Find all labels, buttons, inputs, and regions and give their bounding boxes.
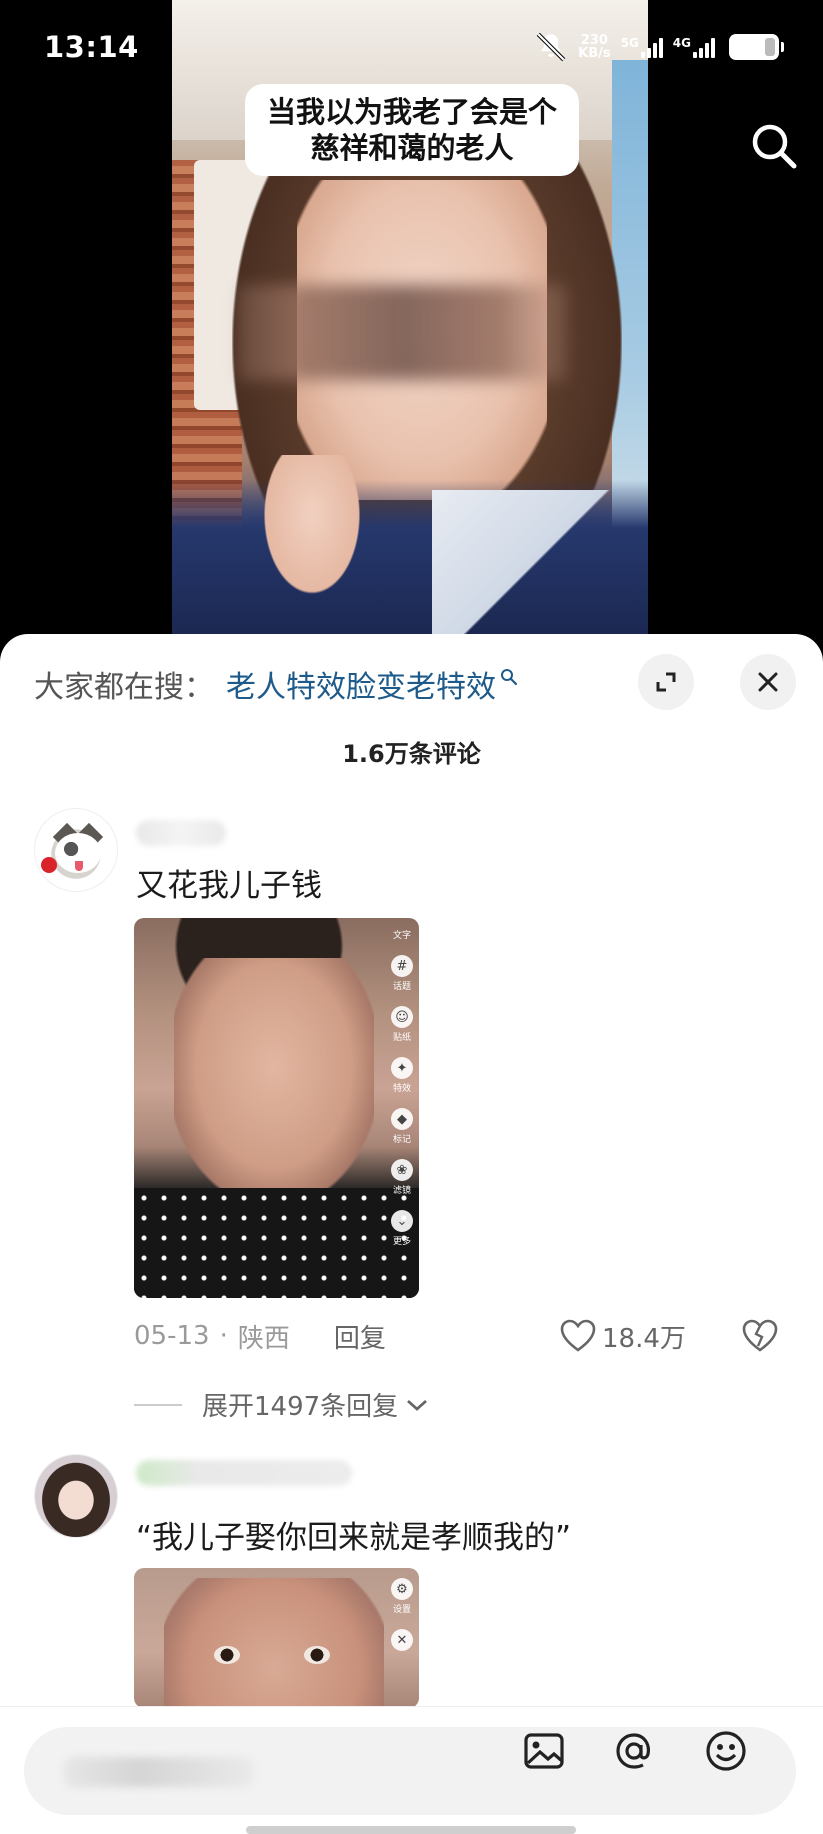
net-speed: 230 KB/s xyxy=(578,34,610,60)
expand-replies-button[interactable]: 展开1497条回复 xyxy=(134,1386,430,1423)
apple-sticker xyxy=(41,857,57,873)
meta-separator: · xyxy=(219,1321,228,1351)
emoji-icon[interactable] xyxy=(700,1725,752,1777)
comment-text: 又花我儿子钱 xyxy=(136,868,322,904)
signal-bars-icon xyxy=(693,36,715,58)
cat-tongue xyxy=(75,861,83,871)
editor-toolbar: 文字 # 话题 ☺ 贴纸 ✦ 特效 ◆ 标记 ❀ 滤镜 ⌄ 更多 xyxy=(391,928,413,1247)
image-icon[interactable] xyxy=(518,1725,570,1777)
battery-level xyxy=(765,38,775,56)
chevron-down-icon xyxy=(407,1399,428,1411)
comment-text: “我儿子娶你回来就是孝顺我的” xyxy=(136,1520,572,1556)
tool-sticker: ☺ 贴纸 xyxy=(391,1006,413,1043)
reply-button[interactable]: 回复 xyxy=(334,1318,386,1355)
tool-label: 设置 xyxy=(392,1605,411,1615)
signal-4g: 4G xyxy=(673,36,715,58)
blurred-username xyxy=(136,820,226,846)
blurred-placeholder xyxy=(64,1757,254,1787)
photo-face xyxy=(174,958,374,1198)
filter-icon: ❀ xyxy=(391,1159,413,1181)
tool-topic: # 话题 xyxy=(391,955,413,992)
avatar[interactable] xyxy=(34,808,118,892)
expand-panel-button[interactable] xyxy=(638,654,694,710)
tool-effect: ✦ 特效 xyxy=(391,1057,413,1094)
home-indicator[interactable] xyxy=(246,1826,576,1834)
tool-filter: ❀ 滤镜 xyxy=(391,1159,413,1196)
status-time: 13:14 xyxy=(44,30,139,64)
tool-label: 滤镜 xyxy=(392,1186,411,1196)
tag-icon: ◆ xyxy=(391,1108,413,1130)
comments-panel: 大家都在搜： 老人特效脸变老特效 1.6万条评论 又花我儿子钱 文字 # 话题 … xyxy=(0,634,823,1834)
tool-label: 标记 xyxy=(392,1135,411,1145)
tool-more: ⌄ 更多 xyxy=(391,1210,413,1247)
video-collar xyxy=(432,490,632,640)
face-blur-mask xyxy=(237,285,567,380)
broken-heart-icon[interactable] xyxy=(742,1319,778,1353)
search-small-icon xyxy=(501,669,518,686)
comment-count: 1.6万条评论 xyxy=(342,740,481,768)
status-icons: 230 KB/s 5G 4G xyxy=(534,30,784,64)
photo-face xyxy=(164,1578,384,1708)
heart-icon xyxy=(560,1319,596,1352)
sparkle-icon: ✦ xyxy=(391,1057,413,1079)
tool-mute: ✕ xyxy=(391,1629,413,1651)
comment-input-bar xyxy=(0,1706,823,1834)
signal-4g-label: 4G xyxy=(672,36,691,50)
signal-5g-label: 5G xyxy=(620,36,639,50)
trending-search-prefix: 大家都在搜： xyxy=(34,670,214,705)
tool-tag: ◆ 标记 xyxy=(391,1108,413,1145)
trending-search-term[interactable]: 老人特效脸变老特效 xyxy=(226,662,496,706)
chevron-down-icon: ⌄ xyxy=(391,1210,413,1232)
expand-icon xyxy=(656,672,676,692)
editor-toolbar: ⚙ 设置 ✕ xyxy=(391,1578,413,1651)
tool-label: 贴纸 xyxy=(392,1033,411,1043)
expand-replies-label: 展开1497条回复 xyxy=(202,1392,399,1422)
signal-bars-icon xyxy=(640,36,663,58)
comment-input-box[interactable] xyxy=(24,1727,796,1815)
tool-label: 话题 xyxy=(392,982,411,992)
like-button[interactable]: 18.4万 xyxy=(560,1318,686,1355)
gear-icon: ⚙ xyxy=(391,1578,413,1600)
video-caption: 当我以为我老了会是个慈祥和蔼的老人 xyxy=(245,84,579,176)
screen: 当我以为我老了会是个慈祥和蔼的老人 13:14 230 KB/s 5G 4G 大… xyxy=(0,0,823,1834)
bell-off-icon xyxy=(536,32,566,62)
tool-settings: ⚙ 设置 xyxy=(391,1578,413,1615)
video-hand xyxy=(257,455,367,605)
close-icon xyxy=(758,672,778,692)
tool-text: 文字 xyxy=(393,928,411,941)
search-icon[interactable] xyxy=(748,120,800,172)
tool-label: 特效 xyxy=(392,1084,411,1094)
tool-label: 更多 xyxy=(392,1237,411,1247)
trending-search: 大家都在搜： 老人特效脸变老特效 xyxy=(34,662,518,706)
photo-eye xyxy=(214,1646,240,1664)
divider-line xyxy=(134,1403,182,1406)
photo-shirt xyxy=(134,1188,419,1298)
comment-location: 陕西 xyxy=(237,1323,290,1354)
at-icon[interactable] xyxy=(608,1725,660,1777)
close-panel-button[interactable] xyxy=(740,654,796,710)
mic-off-icon: ✕ xyxy=(391,1629,413,1651)
comment-date: 05-13 xyxy=(134,1321,210,1351)
battery-icon xyxy=(729,34,784,60)
comment-image[interactable]: 文字 # 话题 ☺ 贴纸 ✦ 特效 ◆ 标记 ❀ 滤镜 ⌄ 更多 xyxy=(134,918,419,1298)
photo-eye xyxy=(304,1646,330,1664)
avatar[interactable] xyxy=(34,1454,118,1538)
sticker-icon: ☺ xyxy=(391,1006,413,1028)
hash-icon: # xyxy=(391,955,413,977)
blurred-username xyxy=(136,1460,352,1486)
tool-label: 文字 xyxy=(392,931,411,941)
comment-image[interactable]: ⚙ 设置 ✕ xyxy=(134,1568,419,1708)
net-speed-unit: KB/s xyxy=(578,46,611,61)
comment-meta: 05-13 · 陕西 回复 18.4万 xyxy=(134,1316,784,1356)
like-count: 18.4万 xyxy=(602,1323,686,1354)
signal-5g: 5G xyxy=(621,36,663,58)
